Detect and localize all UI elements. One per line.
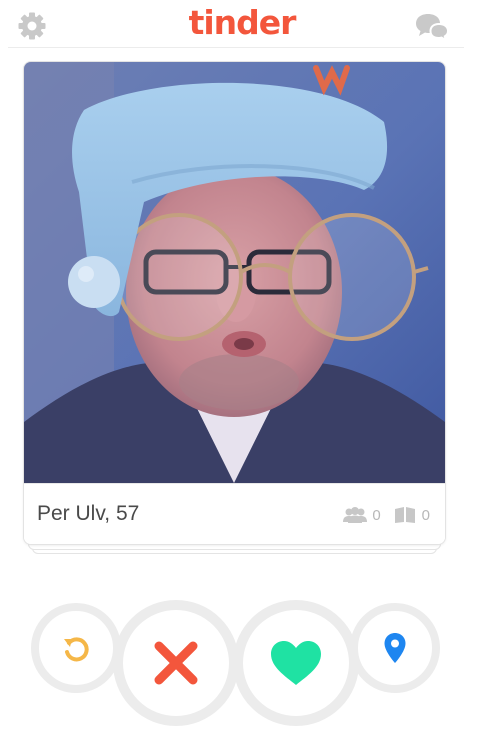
shared-friends-count: 0 <box>372 506 381 524</box>
dislike-button[interactable] <box>113 600 239 726</box>
rewind-button[interactable] <box>31 603 121 693</box>
shared-interests-count: 0 <box>421 506 430 524</box>
tinder-logo: tinder <box>188 3 297 42</box>
book-icon <box>393 506 417 524</box>
x-icon <box>154 641 198 685</box>
profile-name-age: Per Ulv, 57 <box>37 502 140 525</box>
header-divider <box>8 47 464 48</box>
shared-stats: 0 0 <box>343 506 430 524</box>
location-button[interactable] <box>350 603 440 693</box>
profile-card[interactable]: Per Ulv, 57 0 0 <box>24 62 445 544</box>
shared-friends-icon <box>343 506 368 524</box>
heart-icon <box>271 641 321 685</box>
top-bar: tinder <box>0 0 484 48</box>
rewind-icon <box>64 637 89 662</box>
card-footer: Per Ulv, 57 0 0 <box>24 483 445 544</box>
chat-bubbles-icon[interactable] <box>414 10 450 43</box>
like-button[interactable] <box>233 600 359 726</box>
location-pin-icon <box>384 633 406 663</box>
profile-photo <box>24 62 445 483</box>
